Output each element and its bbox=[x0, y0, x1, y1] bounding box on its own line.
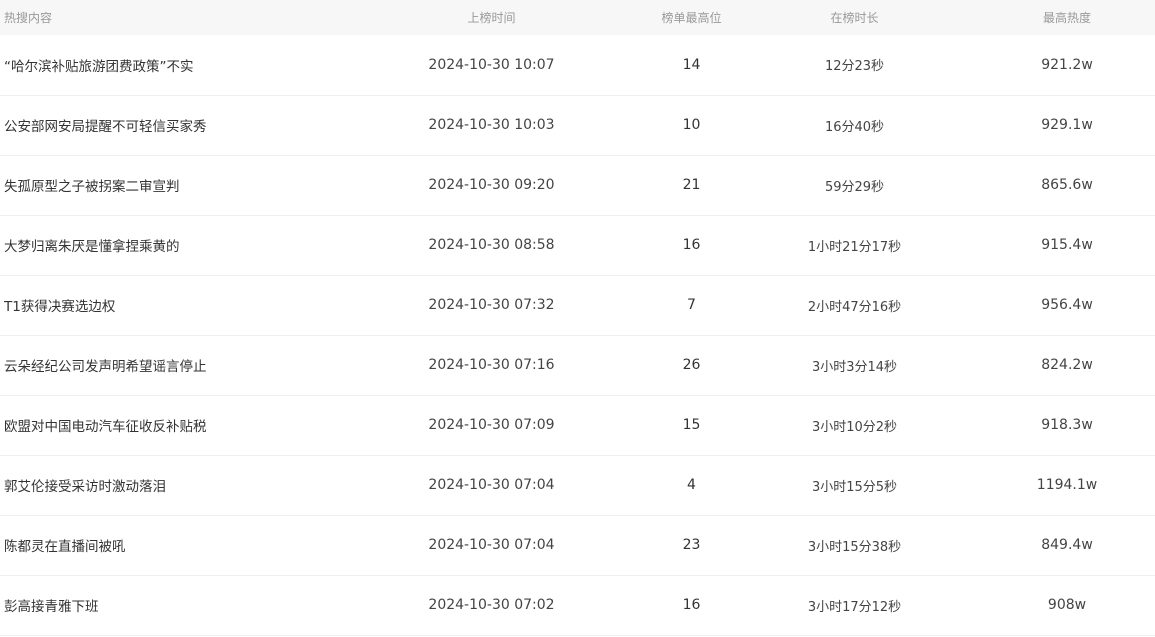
table-row[interactable]: 彭高接青雅下班 2024-10-30 07:02 16 3小时17分12秒 90… bbox=[0, 575, 1155, 635]
duration: 3小时15分5秒 bbox=[811, 479, 898, 495]
topic-link[interactable]: 大梦归离朱厌是懂拿捏乘黄的 bbox=[4, 239, 180, 255]
duration: 3小时3分14秒 bbox=[811, 359, 898, 375]
topic-cell: 郭艾伦接受采访时激动落泪 bbox=[0, 455, 330, 515]
duration: 59分29秒 bbox=[824, 179, 885, 195]
highest-rank: 7 bbox=[687, 297, 696, 313]
highest-rank: 14 bbox=[682, 56, 701, 73]
listed-time: 2024-10-30 08:58 bbox=[428, 237, 555, 253]
hot-search-table: 热搜内容 上榜时间 榜单最高位 在榜时长 最高热度 “哈尔滨补贴旅游团费政策”不… bbox=[0, 0, 1155, 636]
highest-rank: 4 bbox=[687, 477, 696, 493]
topic-link[interactable]: 郭艾伦接受采访时激动落泪 bbox=[4, 479, 166, 495]
duration: 2小时47分16秒 bbox=[807, 299, 902, 315]
topic-link[interactable]: “哈尔滨补贴旅游团费政策”不实 bbox=[4, 59, 194, 75]
topic-cell: T1获得决赛选边权 bbox=[0, 275, 330, 335]
listed-time: 2024-10-30 10:03 bbox=[428, 117, 555, 133]
peak-heat: 1194.1w bbox=[1036, 477, 1098, 493]
listed-time: 2024-10-30 07:32 bbox=[428, 297, 555, 313]
listed-time: 2024-10-30 07:04 bbox=[428, 477, 555, 493]
table-header: 热搜内容 上榜时间 榜单最高位 在榜时长 最高热度 bbox=[0, 0, 1155, 35]
peak-heat: 918.3w bbox=[1041, 417, 1093, 433]
listed-time: 2024-10-30 07:09 bbox=[428, 417, 555, 433]
topic-cell: 大梦归离朱厌是懂拿捏乘黄的 bbox=[0, 215, 330, 275]
highest-rank: 10 bbox=[682, 117, 701, 133]
topic-cell: “哈尔滨补贴旅游团费政策”不实 bbox=[0, 35, 330, 95]
highest-rank: 26 bbox=[682, 357, 701, 373]
duration: 1小时21分17秒 bbox=[807, 239, 902, 255]
table-row[interactable]: “哈尔滨补贴旅游团费政策”不实 2024-10-30 10:07 14 12分2… bbox=[0, 35, 1155, 95]
highest-rank: 16 bbox=[682, 237, 701, 253]
table-row[interactable]: 陈都灵在直播间被吼 2024-10-30 07:04 23 3小时15分38秒 … bbox=[0, 515, 1155, 575]
highest-rank: 16 bbox=[682, 597, 701, 613]
table-row[interactable]: 失孤原型之子被拐案二审宣判 2024-10-30 09:20 21 59分29秒… bbox=[0, 155, 1155, 215]
table-row[interactable]: 欧盟对中国电动汽车征收反补贴税 2024-10-30 07:09 15 3小时1… bbox=[0, 395, 1155, 455]
peak-heat: 915.4w bbox=[1041, 237, 1093, 253]
peak-heat: 865.6w bbox=[1041, 177, 1093, 193]
table-row[interactable]: T1获得决赛选边权 2024-10-30 07:32 7 2小时47分16秒 9… bbox=[0, 275, 1155, 335]
duration: 12分23秒 bbox=[824, 59, 885, 75]
table-body: “哈尔滨补贴旅游团费政策”不实 2024-10-30 10:07 14 12分2… bbox=[0, 35, 1155, 635]
peak-heat: 956.4w bbox=[1041, 297, 1093, 313]
topic-link[interactable]: 陈都灵在直播间被吼 bbox=[4, 539, 126, 555]
topic-cell: 公安部网安局提醒不可轻信买家秀 bbox=[0, 95, 330, 155]
duration: 16分40秒 bbox=[824, 119, 885, 135]
peak-heat: 849.4w bbox=[1041, 537, 1093, 553]
highest-rank: 23 bbox=[682, 537, 701, 553]
topic-link[interactable]: T1获得决赛选边权 bbox=[4, 299, 115, 315]
listed-time: 2024-10-30 10:07 bbox=[428, 56, 555, 73]
listed-time: 2024-10-30 07:02 bbox=[428, 597, 555, 613]
header-rank: 榜单最高位 bbox=[661, 11, 722, 25]
duration: 3小时10分2秒 bbox=[811, 419, 898, 435]
listed-time: 2024-10-30 07:16 bbox=[428, 357, 555, 373]
duration: 3小时17分12秒 bbox=[807, 599, 902, 615]
duration: 3小时15分38秒 bbox=[807, 539, 902, 555]
table-row[interactable]: 云朵经纪公司发声明希望谣言停止 2024-10-30 07:16 26 3小时3… bbox=[0, 335, 1155, 395]
header-time: 上榜时间 bbox=[467, 11, 516, 25]
topic-link[interactable]: 云朵经纪公司发声明希望谣言停止 bbox=[4, 359, 207, 375]
topic-cell: 陈都灵在直播间被吼 bbox=[0, 515, 330, 575]
topic-link[interactable]: 欧盟对中国电动汽车征收反补贴税 bbox=[4, 419, 207, 435]
header-heat: 最高热度 bbox=[1042, 11, 1091, 25]
peak-heat: 824.2w bbox=[1041, 357, 1093, 373]
peak-heat: 921.2w bbox=[1041, 56, 1093, 73]
topic-cell: 彭高接青雅下班 bbox=[0, 575, 330, 635]
table-row[interactable]: 郭艾伦接受采访时激动落泪 2024-10-30 07:04 4 3小时15分5秒… bbox=[0, 455, 1155, 515]
topic-cell: 云朵经纪公司发声明希望谣言停止 bbox=[0, 335, 330, 395]
table-row[interactable]: 大梦归离朱厌是懂拿捏乘黄的 2024-10-30 08:58 16 1小时21分… bbox=[0, 215, 1155, 275]
header-title: 热搜内容 bbox=[4, 11, 53, 25]
listed-time: 2024-10-30 07:04 bbox=[428, 537, 555, 553]
highest-rank: 15 bbox=[682, 417, 701, 433]
header-duration: 在榜时长 bbox=[830, 11, 879, 25]
highest-rank: 21 bbox=[682, 177, 701, 193]
peak-heat: 908w bbox=[1047, 597, 1087, 613]
table-row[interactable]: 公安部网安局提醒不可轻信买家秀 2024-10-30 10:03 10 16分4… bbox=[0, 95, 1155, 155]
topic-link[interactable]: 彭高接青雅下班 bbox=[4, 599, 99, 615]
topic-link[interactable]: 公安部网安局提醒不可轻信买家秀 bbox=[4, 119, 207, 135]
header-row: 热搜内容 上榜时间 榜单最高位 在榜时长 最高热度 bbox=[0, 0, 1155, 35]
peak-heat: 929.1w bbox=[1041, 117, 1093, 133]
topic-cell: 欧盟对中国电动汽车征收反补贴税 bbox=[0, 395, 330, 455]
listed-time: 2024-10-30 09:20 bbox=[428, 177, 555, 193]
topic-cell: 失孤原型之子被拐案二审宣判 bbox=[0, 155, 330, 215]
topic-link[interactable]: 失孤原型之子被拐案二审宣判 bbox=[4, 179, 180, 195]
